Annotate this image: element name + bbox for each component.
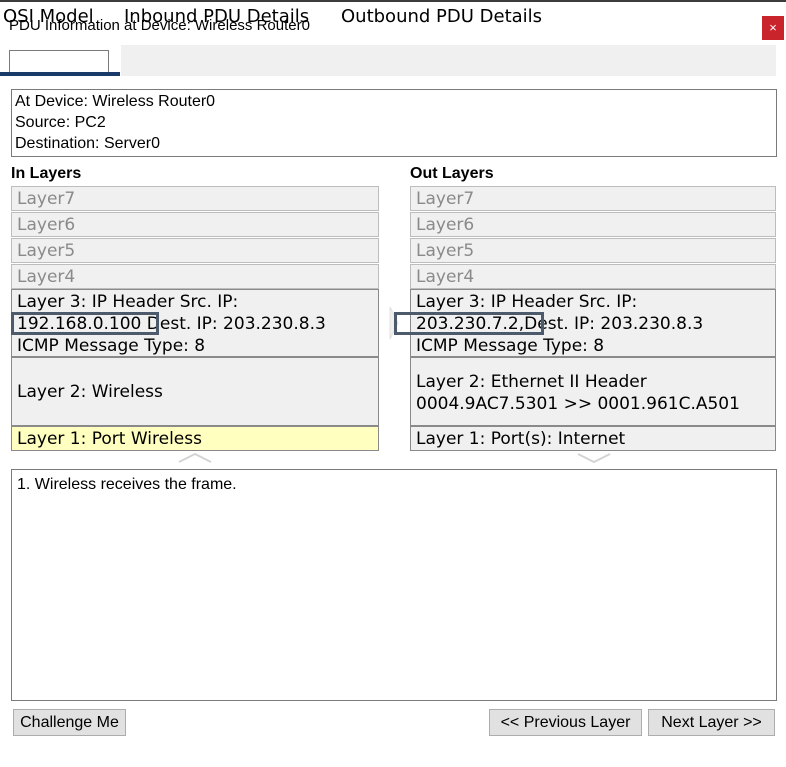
destination-label: Destination: Server0 — [15, 135, 160, 152]
previous-layer-button[interactable]: << Previous Layer — [489, 709, 642, 736]
tab-osi-model[interactable]: OSI Model — [3, 6, 94, 27]
active-tab-indicator — [0, 72, 120, 76]
out-layer-1[interactable]: Layer 1: Port(s): Internet — [410, 426, 776, 451]
challenge-me-button[interactable]: Challenge Me — [13, 709, 126, 736]
out-layer3-dest-ip: Dest. IP: 203.230.8.3 — [524, 314, 704, 334]
out-layer2-mac-line: 0004.9AC7.5301 >> 0001.961C.A501 — [416, 394, 740, 414]
out-layer-6[interactable]: Layer6 — [410, 212, 776, 237]
in-layer3-dest-ip: Dest. IP: 203.230.8.3 — [146, 314, 326, 334]
in-layer3-header-label: Layer 3: IP Header Src. IP: — [17, 292, 239, 312]
in-layer-5[interactable]: Layer5 — [11, 238, 379, 263]
device-label: At Device: Wireless Router0 — [15, 93, 216, 110]
tab-focus-box — [9, 50, 109, 74]
out-layer3-header-label: Layer 3: IP Header Src. IP: — [416, 292, 638, 312]
chevron-down-icon — [577, 453, 611, 464]
in-layer-6[interactable]: Layer6 — [11, 212, 379, 237]
chevron-up-icon — [178, 452, 212, 463]
out-layer-4[interactable]: Layer4 — [410, 264, 776, 289]
out-layer-7[interactable]: Layer7 — [410, 186, 776, 211]
in-layers-title: In Layers — [11, 165, 82, 182]
tab-inbound-pdu-details[interactable]: Inbound PDU Details — [124, 6, 309, 27]
out-layer-5[interactable]: Layer5 — [410, 238, 776, 263]
close-button[interactable]: × — [762, 16, 784, 40]
out-layer-2[interactable]: Layer 2: Ethernet II Header 0004.9AC7.53… — [410, 357, 776, 426]
description-panel: 1. Wireless receives the frame. — [11, 469, 777, 701]
out-layer2-header-label: Layer 2: Ethernet II Header — [416, 372, 647, 392]
out-src-ip-highlight-box — [394, 312, 544, 335]
in-layer-1[interactable]: Layer 1: Port Wireless — [11, 426, 379, 451]
tab-outbound-pdu-details[interactable]: Outbound PDU Details — [341, 6, 542, 27]
src-ip-highlight-box — [11, 312, 159, 335]
in-layer-7[interactable]: Layer7 — [11, 186, 379, 211]
next-layer-button[interactable]: Next Layer >> — [648, 709, 775, 736]
in-layer3-icmp-type: ICMP Message Type: 8 — [17, 336, 206, 356]
in-layer-4[interactable]: Layer4 — [11, 264, 379, 289]
out-layer3-icmp-type: ICMP Message Type: 8 — [416, 336, 605, 356]
device-info-panel: At Device: Wireless Router0 Source: PC2 … — [11, 89, 777, 157]
out-layers-title: Out Layers — [410, 165, 494, 182]
tab-strip-filler — [569, 45, 776, 76]
source-label: Source: PC2 — [15, 114, 106, 131]
description-text: 1. Wireless receives the frame. — [17, 476, 237, 493]
in-layer-2[interactable]: Layer 2: Wireless — [11, 357, 379, 426]
